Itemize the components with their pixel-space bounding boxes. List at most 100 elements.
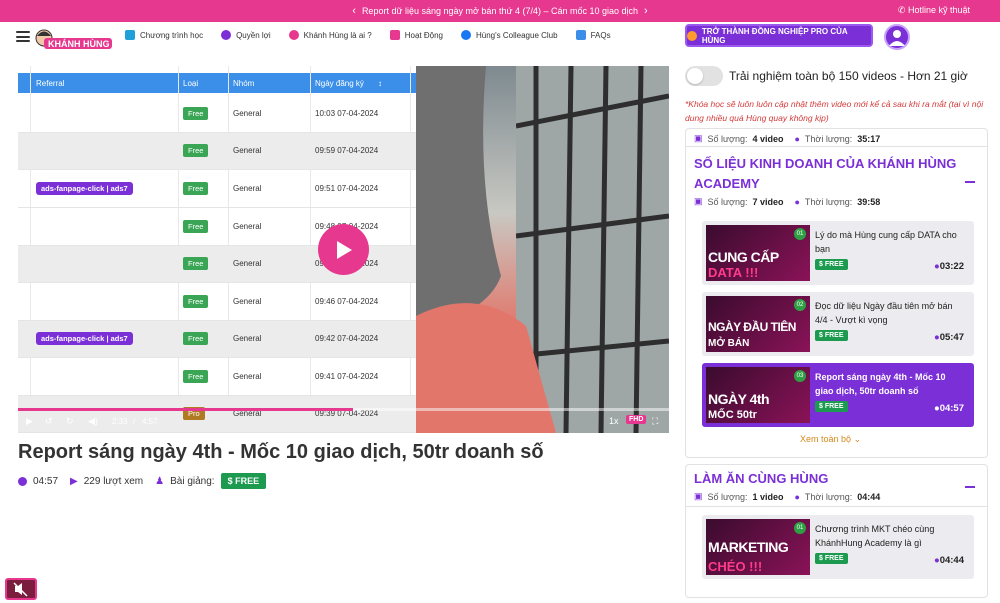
nav-item-faqs[interactable]: FAQs [575,30,611,40]
lesson-duration: ●03:22 [933,261,964,272]
free-badge: $ FREE [815,259,848,270]
see-all-link[interactable]: Xem toàn bộ ⌄ [800,434,861,445]
nav-item-activities[interactable]: Hoạt Động [389,30,443,40]
chevron-down-icon: ⌄ [853,434,862,444]
volume-icon[interactable]: ◀) [88,416,98,427]
nav-item-club[interactable]: Hùng's Colleague Club [460,30,558,40]
lesson-item[interactable]: 01 CUNG CẤP DATA !!! Lý do mà Hùng cung … [702,221,974,285]
thumb-text: CUNG CẤP [708,249,779,265]
brand-logo[interactable]: KHÁNH HÙNG [34,28,114,52]
count-value: 7 video [752,196,784,207]
become-pro-button[interactable]: TRỞ THÀNH ĐỒNG NGHIỆP PRO CỦA HÙNG [685,24,873,47]
time-label: Thời lượng: [804,196,853,207]
prev-announcement-button[interactable]: ‹ [352,5,356,17]
speed-button[interactable]: 1x [609,416,619,426]
chat-icon [575,30,586,40]
brand-name: KHÁNH HÙNG [48,38,110,49]
lesson-item[interactable]: 01 MARKETING CHÉO !!! Chương trình MKT c… [702,515,974,579]
video-meta: 04:57 ▶ 229 lượt xem ♟ Bài giảng: $ FREE [18,473,267,489]
menu-icon[interactable] [16,31,30,42]
forward-icon[interactable]: ↻ [66,416,74,427]
lesson-number: 02 [794,299,806,311]
section-title[interactable]: SỐ LIỆU KINH DOANH CỦA KHÁNH HÙNG ACADEM… [694,154,964,194]
sort-icon: ↕ [378,79,382,88]
nav-item-programs[interactable]: Chương trình học [125,30,203,40]
thumb-text: MỐC 50tr [708,409,757,421]
lesson-duration: ●05:47 [933,332,964,343]
mute-toggle[interactable] [5,578,37,600]
lesson-item[interactable]: 02 NGÀY ĐẦU TIÊN MỞ BÁN Đọc dữ liệu Ngày… [702,292,974,356]
lesson-thumbnail: 02 NGÀY ĐẦU TIÊN MỞ BÁN [706,296,810,352]
lesson-title: Chương trình MKT chéo cùng KhánhHung Aca… [815,524,935,548]
nav-item-about[interactable]: Khánh Hùng là ai ? [288,30,372,40]
section-title[interactable]: LÀM ĂN CÙNG HÙNG [694,469,828,489]
next-announcement-button[interactable]: › [644,5,648,17]
user-avatar[interactable] [884,24,910,50]
date-cell: 09:46 07-04-2024 [315,297,379,306]
hotline-link[interactable]: ✆ Hotline kỹ thuật [898,5,970,16]
group-cell: General [233,334,262,343]
current-time: 2:33 [112,417,128,426]
lesson-duration: ●04:44 [933,555,964,566]
progress-bar[interactable] [18,408,669,411]
time-value: 35:17 [857,133,881,144]
collapse-icon[interactable] [965,486,975,488]
time-separator: / [133,417,136,426]
type-badge: Free [183,220,209,233]
video-count-icon: ▣ [694,196,703,206]
count-label: Số lượng: [707,196,748,207]
group-cell: General [233,109,262,118]
play-circle-icon [687,30,697,41]
play-button[interactable] [318,224,369,275]
referral-tag: ads-fanpage-click | ads7 [36,332,133,345]
course-section: ▣ Số lượng: 4 video ● Thời lượng: 35:17 … [685,128,988,458]
collapse-icon[interactable] [965,181,975,183]
group-cell: General [233,146,262,155]
quality-badge[interactable]: FHD [626,415,647,424]
group-cell: General [233,184,262,193]
lesson-icon: ♟ [155,475,165,487]
table-row: ads-fanpage-click | ads7 Free General 09… [18,321,416,358]
course-section: LÀM ĂN CÙNG HÙNG ▣ Số lượng: 1 video ● T… [685,464,988,598]
date-cell: 09:51 07-04-2024 [315,184,379,193]
table-row: ads-fanpage-click | ads7 Free General 09… [18,171,416,208]
nav-item-label: FAQs [590,30,611,40]
lesson-thumbnail: 01 MARKETING CHÉO !!! [706,519,810,575]
clock-icon: ● [794,196,800,207]
time-value: 39:58 [857,196,881,207]
free-badge: $ FREE [815,553,848,564]
type-badge: Free [183,182,209,195]
time-label: Thời lượng: [804,133,853,144]
see-all-label: Xem toàn bộ [800,434,852,444]
thumb-text: MARKETING [708,539,789,555]
type-badge: Free [183,144,209,157]
video-count-icon: ▣ [694,133,703,143]
lesson-thumbnail: 03 NGÀY 4th MỐC 50tr [706,367,810,423]
video-icon [125,30,135,40]
play-small-icon[interactable]: ▶ [26,416,33,427]
nav-item-label: Hùng's Colleague Club [475,30,558,40]
video-count-icon: ▣ [694,491,703,501]
date-cell: 09:59 07-04-2024 [315,146,379,155]
type-badge: Free [183,332,209,345]
lesson-title: Report sáng ngày 4th - Mốc 10 giao dịch,… [815,372,946,396]
rewind-icon[interactable]: ↺ [45,416,53,427]
section-meta: ▣ Số lượng: 1 video ● Thời lượng: 04:44 [694,491,880,502]
col-header: Ngày đăng ký [315,79,364,88]
group-cell: General [233,222,262,231]
count-label: Số lượng: [707,491,748,502]
fullscreen-icon[interactable]: ⛶ [652,416,658,427]
type-badge: Free [183,295,209,308]
lesson-item-active[interactable]: 03 NGÀY 4th MỐC 50tr Report sáng ngày 4t… [702,363,974,427]
table-row: Free General 10:03 07-04-2024 [18,96,416,133]
play-icon [336,240,352,259]
video-player[interactable]: Referral Loại Nhóm Ngày đăng ký ↕ Free G… [18,66,669,433]
muted-speaker-icon [13,582,28,597]
announcement-text[interactable]: Report dữ liệu sáng ngày mở bán thứ 4 (7… [362,6,638,16]
time-value: 04:44 [857,491,881,502]
nav-menu: Chương trình học Quyền lợi Khánh Hùng là… [125,30,611,40]
nav-item-benefits[interactable]: Quyền lợi [221,30,271,40]
update-note: *Khóa học sẽ luôn luôn cập nhật thêm vid… [685,99,984,123]
experience-toggle[interactable] [685,66,723,86]
clock-icon: ● [794,491,800,502]
